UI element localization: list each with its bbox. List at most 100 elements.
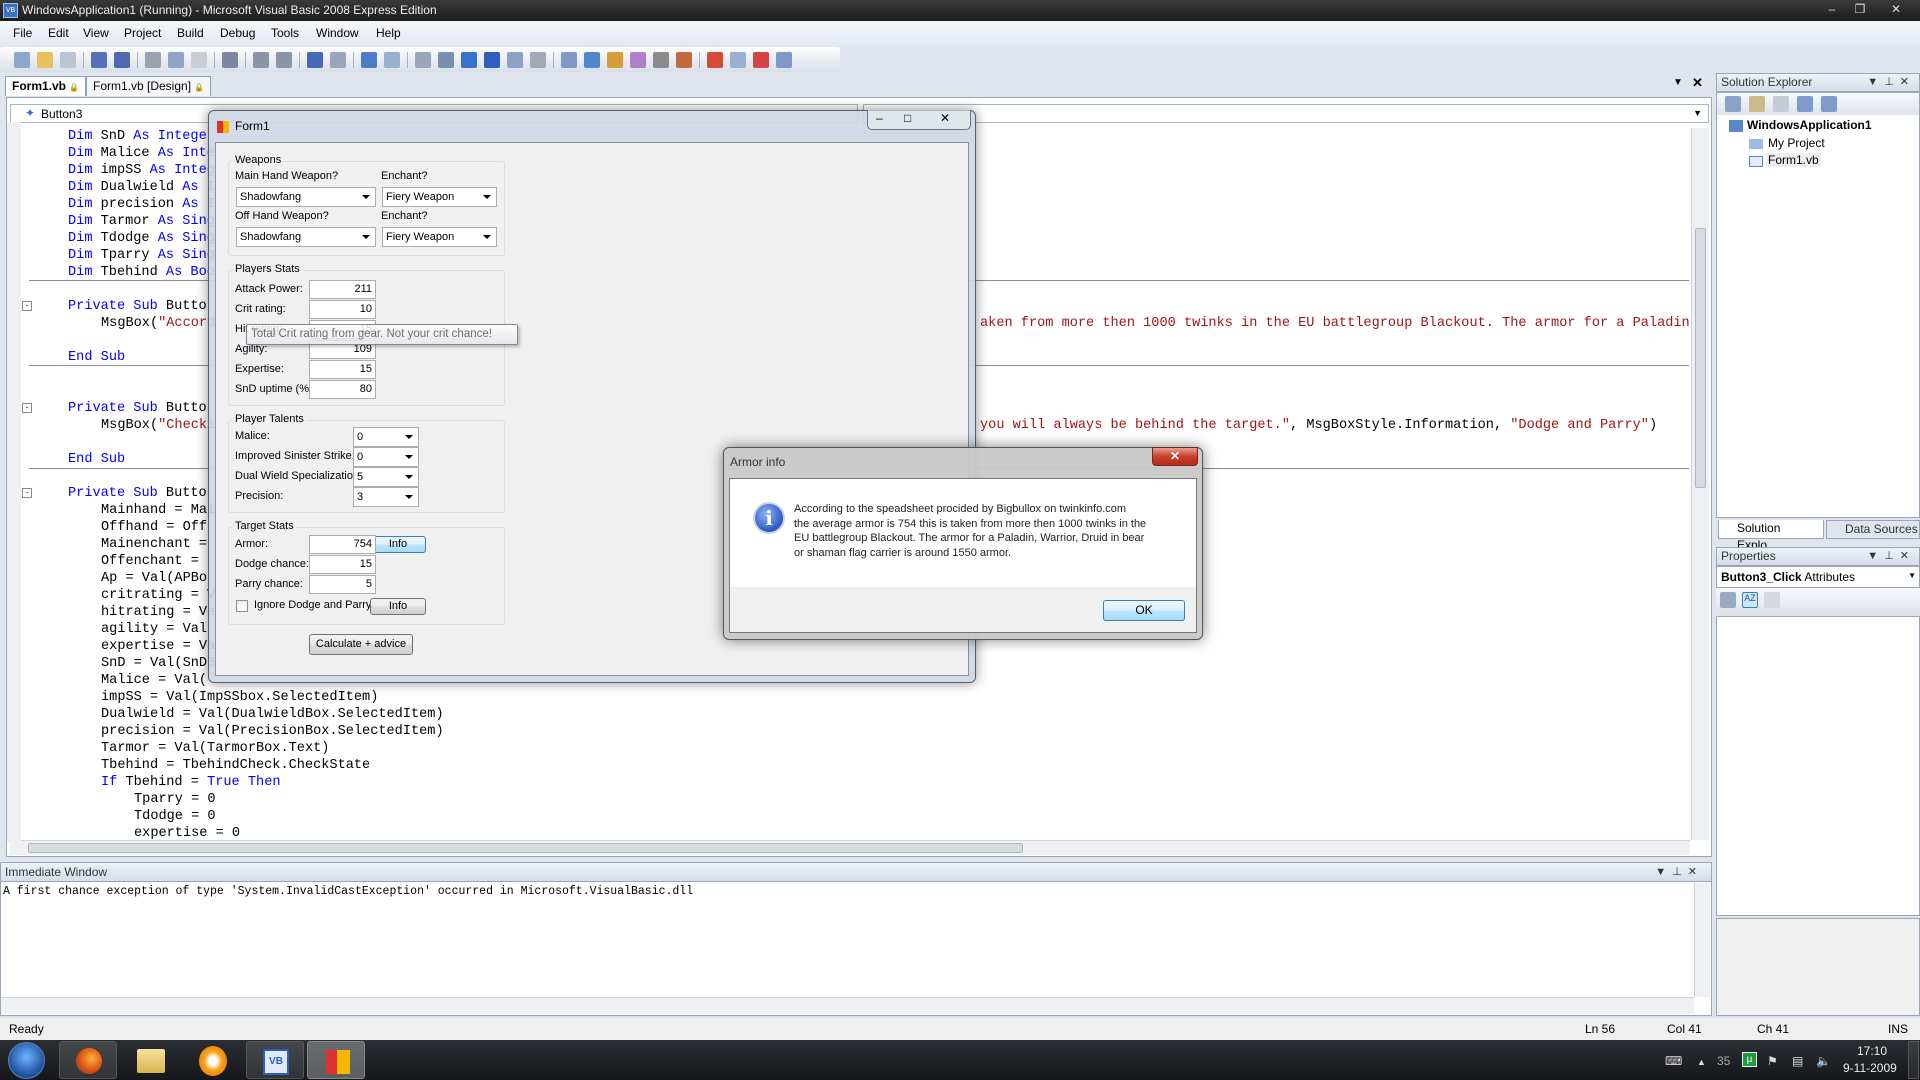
code-line[interactable]: Offhand = Off <box>101 519 207 536</box>
close-document-icon[interactable]: ✕ <box>1692 75 1703 91</box>
code-line-continuation[interactable]: you will always be behind the target.", … <box>980 417 1657 434</box>
ignore-dodge-parry-checkbox[interactable] <box>236 600 248 612</box>
volume-icon[interactable]: 🔈 <box>1816 1054 1831 1068</box>
taskbar-windowsapplication1[interactable] <box>307 1041 365 1079</box>
code-line-continuation[interactable]: aken from more then 1000 twinks in the E… <box>980 315 1690 332</box>
target-input[interactable]: 5 <box>309 575 376 594</box>
show-hidden-icons[interactable]: ▲ <box>1697 1057 1706 1067</box>
view-code-icon[interactable] <box>1797 96 1813 112</box>
close-icon[interactable]: ✕ <box>1900 76 1915 88</box>
code-line[interactable]: Dim Malice As Inte <box>68 145 215 162</box>
code-line[interactable]: critrating = V <box>101 587 215 604</box>
main-enchant-select[interactable]: Fiery Weapon <box>382 187 497 207</box>
target-input[interactable]: 15 <box>309 555 376 574</box>
code-line[interactable]: Private Sub Butto <box>68 298 207 315</box>
properties-icon[interactable] <box>1749 96 1765 112</box>
code-line[interactable]: hitrating = Va <box>101 604 215 621</box>
show-desktop-button[interactable] <box>1908 1041 1919 1079</box>
code-line[interactable]: SnD = Val(SnDB <box>101 655 215 672</box>
dialog-close-button[interactable]: ✕ <box>1152 447 1198 466</box>
talents-select[interactable]: 0 <box>353 427 419 447</box>
dropdown-icon[interactable]: ▼ <box>1655 866 1672 878</box>
utorrent-icon[interactable]: µ <box>1742 1052 1757 1067</box>
vertical-scrollbar[interactable] <box>1694 883 1710 997</box>
scroll-thumb[interactable] <box>1695 228 1706 488</box>
code-line[interactable]: Tbehind = TbehindCheck.CheckState <box>101 757 370 774</box>
network-icon[interactable]: ▤ <box>1792 1054 1803 1068</box>
code-line[interactable]: Tarmor = Val(TarmorBox.Text) <box>101 740 329 757</box>
dodge-parry-info-button[interactable]: Info <box>370 598 426 615</box>
code-line[interactable]: MsgBox("Checki <box>101 417 215 434</box>
code-line[interactable]: End Sub <box>68 349 125 366</box>
code-line[interactable]: expertise = Va <box>101 638 215 655</box>
code-line[interactable]: Dim SnD As Intege <box>68 128 207 145</box>
stats-input[interactable]: 10 <box>309 300 376 319</box>
tree-item-form1-vb[interactable]: Form1.vb <box>1766 153 1821 167</box>
action-center-flag-icon[interactable]: ⚑ <box>1767 1054 1778 1068</box>
taskbar-media-player[interactable] <box>183 1041 241 1079</box>
immediate-output[interactable]: A first chance exception of type 'System… <box>3 885 693 898</box>
calculate-advice-button[interactable]: Calculate + advice <box>309 634 413 655</box>
stats-input[interactable]: 211 <box>309 280 376 299</box>
taskbar-firefox[interactable] <box>59 1041 117 1079</box>
maximize-button[interactable]: □ <box>904 111 911 125</box>
talents-select[interactable]: 3 <box>353 487 419 507</box>
code-line[interactable]: precision = Val(PrecisionBox.SelectedIte… <box>101 723 444 740</box>
clock-date[interactable]: 9-11-2009 <box>1843 1061 1897 1075</box>
keyboard-icon[interactable]: ⌨ <box>1665 1054 1682 1068</box>
code-line[interactable]: Dim Dualwield As I <box>68 179 215 196</box>
view-designer-icon[interactable] <box>1821 96 1837 112</box>
code-line[interactable]: Malice = Val( <box>101 672 207 689</box>
ok-button[interactable]: OK <box>1103 600 1185 621</box>
code-line[interactable]: Private Sub Butto <box>68 400 207 417</box>
code-line[interactable]: agility = Val <box>101 621 207 638</box>
main-hand-weapon-select[interactable]: Shadowfang <box>236 187 376 207</box>
code-line[interactable]: End Sub <box>68 451 125 468</box>
code-line[interactable]: Dim precision As I <box>68 196 215 213</box>
restore-button[interactable]: ❐ <box>1846 0 1874 18</box>
code-line[interactable]: Mainenchant = <box>101 536 207 553</box>
dropdown-icon[interactable]: ▼ <box>1867 550 1884 562</box>
pin-icon[interactable]: ⊥ <box>1884 550 1900 562</box>
off-hand-weapon-select[interactable]: Shadowfang <box>236 227 376 247</box>
code-line[interactable]: expertise = 0 <box>134 825 240 842</box>
code-line[interactable]: MsgBox("Accord <box>101 315 215 332</box>
vertical-scrollbar[interactable] <box>1691 128 1709 840</box>
close-icon[interactable]: ✕ <box>1688 866 1703 878</box>
code-line[interactable]: Dim Tbehind As Boo <box>68 264 215 281</box>
tab-data-sources[interactable]: Data Sources <box>1826 520 1920 539</box>
code-line[interactable]: Ap = Val(APBo <box>101 570 207 587</box>
start-button[interactable] <box>8 1042 45 1079</box>
code-line[interactable]: Mainhand = Mai <box>101 502 215 519</box>
tree-item-project[interactable]: WindowsApplication1 <box>1747 118 1872 132</box>
code-line[interactable]: Tdodge = 0 <box>134 808 216 825</box>
off-enchant-select[interactable]: Fiery Weapon <box>382 227 497 247</box>
minimize-button[interactable]: – <box>1818 0 1846 18</box>
collapse-icon[interactable]: - <box>22 301 32 311</box>
code-line[interactable]: Dualwield = Val(DualwieldBox.SelectedIte… <box>101 706 444 723</box>
code-line[interactable]: Dim Tdodge As Sing <box>68 230 215 247</box>
refresh-icon[interactable] <box>1773 96 1789 112</box>
armor-info-button[interactable]: Info <box>370 536 426 553</box>
pin-icon[interactable]: ⊥ <box>1672 866 1688 878</box>
property-grid[interactable] <box>1716 616 1920 916</box>
taskbar-visual-basic[interactable]: VB <box>246 1041 304 1079</box>
categorized-icon[interactable] <box>1720 592 1736 608</box>
minimize-button[interactable]: – <box>876 111 883 125</box>
alphabetical-icon[interactable]: AZ <box>1742 592 1758 608</box>
tab-solution-explorer[interactable]: Solution Explo... <box>1718 520 1824 552</box>
horizontal-scrollbar[interactable] <box>1 997 1694 1014</box>
code-line[interactable]: If Tbehind = True Then <box>101 774 281 791</box>
code-line[interactable]: Dim Tarmor As Sing <box>68 213 215 230</box>
dropdown-icon[interactable]: ▼ <box>1867 76 1884 88</box>
pin-icon[interactable]: ⊥ <box>1884 76 1900 88</box>
code-line[interactable]: Dim Tparry As Sing <box>68 247 215 264</box>
show-all-files-icon[interactable] <box>1725 96 1741 112</box>
collapse-icon[interactable]: - <box>22 403 32 413</box>
close-icon[interactable]: ✕ <box>1900 550 1915 562</box>
tree-item-my-project[interactable]: My Project <box>1768 136 1825 150</box>
talents-select[interactable]: 5 <box>353 467 419 487</box>
collapse-icon[interactable]: - <box>22 488 32 498</box>
code-line[interactable]: Tparry = 0 <box>134 791 216 808</box>
stats-input[interactable]: 80 <box>309 380 376 399</box>
